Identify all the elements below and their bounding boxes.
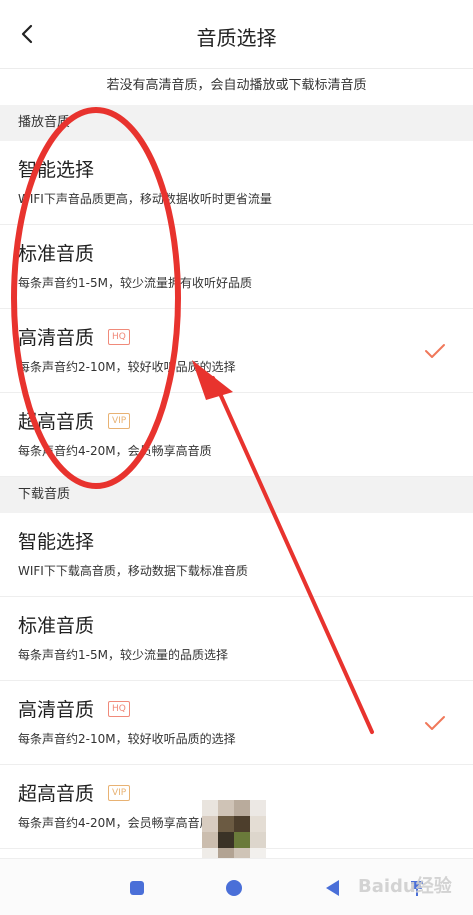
hq-badge: HQ xyxy=(108,701,130,717)
square-icon[interactable] xyxy=(130,881,144,895)
section-header-download: 下载音质 xyxy=(0,477,473,513)
download-option-standard[interactable]: 标准音质 每条声音约1-5M，较少流量的品质选择 xyxy=(0,597,473,681)
play-option-smart[interactable]: 智能选择 WIFI下声音品质更高，移动数据收听时更省流量 xyxy=(0,141,473,225)
play-option-vip[interactable]: 超高音质 VIP 每条声音约4-20M，会员畅享高音质 xyxy=(0,393,473,477)
option-name: 高清音质 xyxy=(18,327,95,349)
download-option-hq[interactable]: 高清音质 HQ 每条声音约2-10M，较好收听品质的选择 xyxy=(0,681,473,765)
pixelated-avatar xyxy=(202,800,266,864)
option-name: 超高音质 xyxy=(18,783,95,805)
top-bar: 音质选择 xyxy=(0,0,473,69)
pin-icon[interactable] xyxy=(408,879,426,897)
vip-badge: VIP xyxy=(108,785,131,801)
option-desc: 每条声音约4-20M，会员畅享高音质 xyxy=(18,816,212,830)
system-navbar xyxy=(0,858,473,915)
option-name: 超高音质 xyxy=(18,411,95,433)
option-desc: WIFI下下载高音质，移动数据下载标准音质 xyxy=(18,564,248,578)
option-desc: 每条声音约4-20M，会员畅享高音质 xyxy=(18,444,212,458)
option-name: 标准音质 xyxy=(18,615,95,637)
hq-badge: HQ xyxy=(108,329,130,345)
option-desc: WIFI下声音品质更高，移动数据收听时更省流量 xyxy=(18,192,272,206)
option-name: 智能选择 xyxy=(18,531,95,553)
play-option-standard[interactable]: 标准音质 每条声音约1-5M，较少流量拥有收听好品质 xyxy=(0,225,473,309)
download-option-smart[interactable]: 智能选择 WIFI下下载高音质，移动数据下载标准音质 xyxy=(0,513,473,597)
option-name: 高清音质 xyxy=(18,699,95,721)
page-title: 音质选择 xyxy=(196,26,277,50)
section-header-play: 播放音质 xyxy=(0,105,473,141)
circle-icon[interactable] xyxy=(226,880,242,896)
option-desc: 每条声音约2-10M，较好收听品质的选择 xyxy=(18,732,236,746)
vip-badge: VIP xyxy=(108,413,131,429)
checkmark-icon xyxy=(425,344,445,358)
play-option-hq[interactable]: 高清音质 HQ 每条声音约2-10M，较好收听品质的选择 xyxy=(0,309,473,393)
option-name: 智能选择 xyxy=(18,159,95,181)
option-desc: 每条声音约2-10M，较好收听品质的选择 xyxy=(18,360,236,374)
triangle-back-icon[interactable] xyxy=(326,880,339,896)
option-desc: 每条声音约1-5M，较少流量的品质选择 xyxy=(18,648,228,662)
option-desc: 每条声音约1-5M，较少流量拥有收听好品质 xyxy=(18,276,252,290)
checkmark-icon xyxy=(425,716,445,730)
fallback-notice: 若没有高清音质，会自动播放或下载标清音质 xyxy=(0,69,473,103)
option-name: 标准音质 xyxy=(18,243,95,265)
